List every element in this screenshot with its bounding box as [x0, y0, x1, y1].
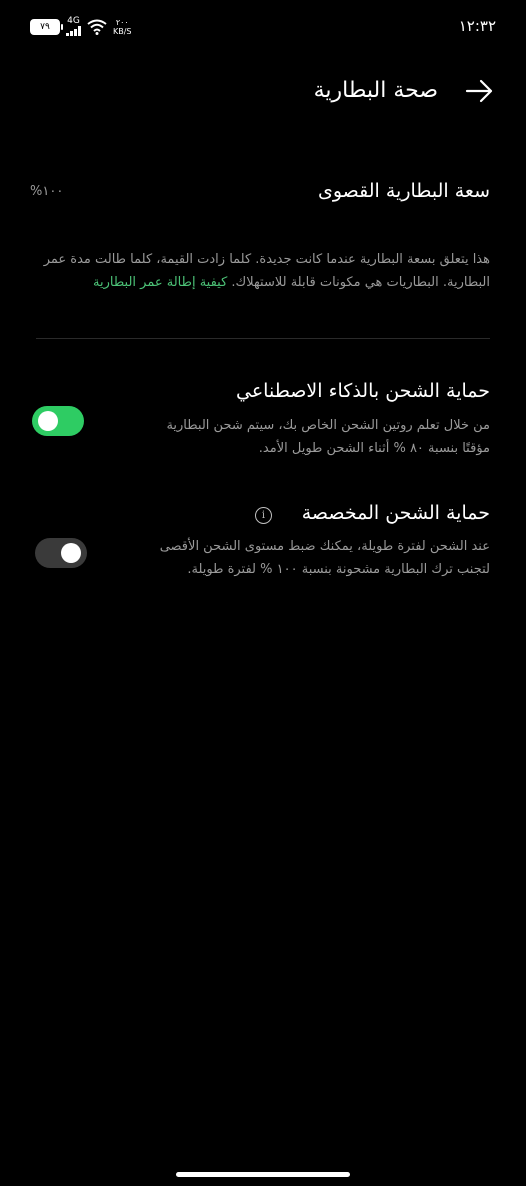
network-speed-value: ٢٠٠: [115, 17, 129, 27]
battery-life-link[interactable]: كيفية إطالة عمر البطارية: [93, 275, 227, 290]
battery-level: ٧٩: [40, 21, 50, 32]
ai-charge-protection-title: حماية الشحن بالذكاء الاصطناعي: [236, 380, 490, 402]
ai-charge-protection-toggle[interactable]: [32, 406, 84, 436]
page-title: صحة البطارية: [313, 78, 438, 103]
cellular-signal-icon: 4G: [66, 17, 81, 36]
custom-charge-protection-toggle[interactable]: [35, 538, 87, 568]
home-indicator[interactable]: [176, 1172, 350, 1177]
toggle-knob: [61, 543, 81, 563]
info-icon[interactable]: i: [255, 507, 272, 524]
battery-icon: ٧٩: [30, 18, 63, 35]
network-type: 4G: [67, 16, 80, 26]
custom-charge-protection-description: عند الشحن لفترة طويلة، يمكنك ضبط مستوى ا…: [159, 539, 490, 577]
section-divider: [36, 338, 490, 339]
custom-charge-protection-title: حماية الشحن المخصصة: [301, 502, 490, 524]
toggle-knob: [38, 411, 58, 431]
back-arrow-icon[interactable]: [464, 76, 494, 106]
status-icons: ٧٩ 4G ٢٠٠ KB/S: [30, 17, 132, 36]
max-capacity-value: %١٠٠: [30, 184, 64, 199]
max-capacity-label: سعة البطارية القصوى: [317, 180, 490, 202]
status-time: ١٢:٣٢: [458, 17, 496, 35]
network-speed-unit: KB/S: [113, 26, 132, 36]
network-speed: ٢٠٠ KB/S: [113, 18, 132, 36]
ai-charge-protection-description: من خلال تعلم روتين الشحن الخاص بك، سيتم …: [166, 418, 490, 456]
wifi-icon: [87, 19, 107, 35]
capacity-description: هذا يتعلق بسعة البطارية عندما كانت جديدة…: [36, 248, 490, 294]
